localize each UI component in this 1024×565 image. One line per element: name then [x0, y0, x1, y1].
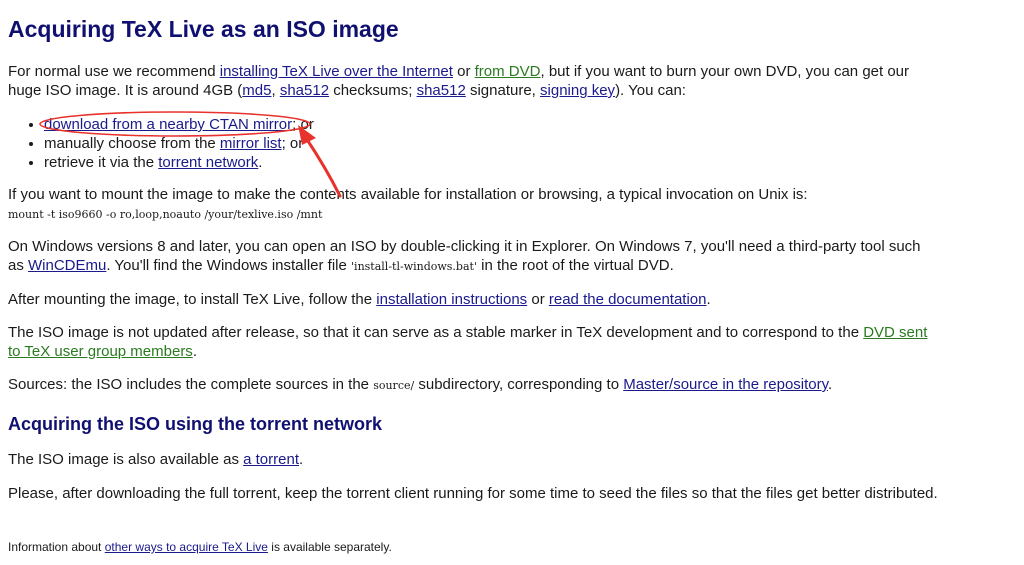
- read-documentation-link[interactable]: read the documentation: [549, 291, 707, 308]
- torrent-available-text: The ISO image is also available as: [8, 451, 244, 468]
- seed-paragraph: Please, after downloading the full torre…: [8, 485, 938, 502]
- signing-key-link[interactable]: signing key: [540, 82, 615, 99]
- sources-text: .: [828, 376, 833, 393]
- intro-text: ,: [271, 82, 280, 99]
- torrent-link[interactable]: a torrent: [243, 451, 299, 468]
- after-text: .: [706, 291, 711, 308]
- download-options-list: download from a nearby CTAN mirror; or m…: [28, 115, 644, 172]
- page-title: Acquiring TeX Live as an ISO image: [8, 16, 399, 42]
- intro-text: For normal use we recommend: [8, 63, 220, 80]
- mount-command: mount -t iso9660 -o ro,loop,noauto /your…: [8, 208, 323, 221]
- other-ways-link[interactable]: other ways to acquire TeX Live: [105, 540, 268, 554]
- list-item-suffix: ; or: [292, 116, 314, 133]
- mirror-list-link[interactable]: mirror list: [220, 135, 282, 152]
- list-item-suffix: ; or: [281, 135, 304, 152]
- source-dir-code: source/: [373, 379, 415, 392]
- list-item-prefix: manually choose from the: [44, 135, 220, 152]
- install-internet-link[interactable]: installing TeX Live over the Internet: [220, 63, 453, 80]
- intro-text: or: [452, 63, 475, 80]
- list-item: retrieve it via the torrent network.: [44, 153, 644, 172]
- from-dvd-link[interactable]: from DVD: [475, 63, 541, 80]
- intro-text: checksums;: [329, 82, 417, 99]
- list-item-prefix: retrieve it via the: [44, 154, 159, 171]
- not-updated-text: .: [192, 343, 197, 360]
- intro-text: signature,: [465, 82, 541, 99]
- not-updated-paragraph: The ISO image is not updated after relea…: [8, 323, 938, 361]
- list-item: download from a nearby CTAN mirror; or: [44, 115, 644, 134]
- installation-instructions-link[interactable]: installation instructions: [376, 291, 527, 308]
- master-source-link[interactable]: Master/source in the repository: [623, 376, 828, 393]
- sources-text: Sources: the ISO includes the complete s…: [8, 376, 374, 393]
- windows-paragraph: On Windows versions 8 and later, you can…: [8, 237, 938, 276]
- intro-text: ). You can:: [615, 82, 686, 99]
- windows-text: . You'll find the Windows installer file: [106, 257, 352, 274]
- after-mount-paragraph: After mounting the image, to install TeX…: [8, 290, 938, 309]
- sources-text: subdirectory, corresponding to: [414, 376, 624, 393]
- list-item: manually choose from the mirror list; or: [44, 134, 644, 153]
- mount-paragraph: If you want to mount the image to make t…: [8, 186, 808, 203]
- list-item-suffix: .: [258, 154, 263, 171]
- intro-paragraph: For normal use we recommend installing T…: [8, 62, 938, 100]
- footer-text: is available separately.: [267, 540, 392, 554]
- windows-text: in the root of the virtual DVD.: [476, 257, 674, 274]
- after-text: or: [527, 291, 549, 308]
- not-updated-text: The ISO image is not updated after relea…: [8, 324, 864, 341]
- torrent-available-paragraph: The ISO image is also available as a tor…: [8, 450, 938, 469]
- torrent-network-link[interactable]: torrent network: [158, 154, 258, 171]
- footer-text: Information about: [8, 540, 105, 554]
- ctan-mirror-link[interactable]: download from a nearby CTAN mirror: [44, 116, 292, 133]
- wincdemu-link[interactable]: WinCDEmu: [28, 257, 106, 274]
- sources-paragraph: Sources: the ISO includes the complete s…: [8, 375, 938, 395]
- sha512-signature-link[interactable]: sha512: [417, 82, 466, 99]
- torrent-heading: Acquiring the ISO using the torrent netw…: [8, 414, 383, 434]
- footer-paragraph: Information about other ways to acquire …: [8, 539, 938, 555]
- after-text: After mounting the image, to install TeX…: [8, 291, 377, 308]
- torrent-available-text: .: [299, 451, 304, 468]
- md5-link[interactable]: md5: [242, 82, 271, 99]
- installer-filename: 'install-tl-windows.bat': [351, 260, 477, 273]
- sha512-checksum-link[interactable]: sha512: [280, 82, 329, 99]
